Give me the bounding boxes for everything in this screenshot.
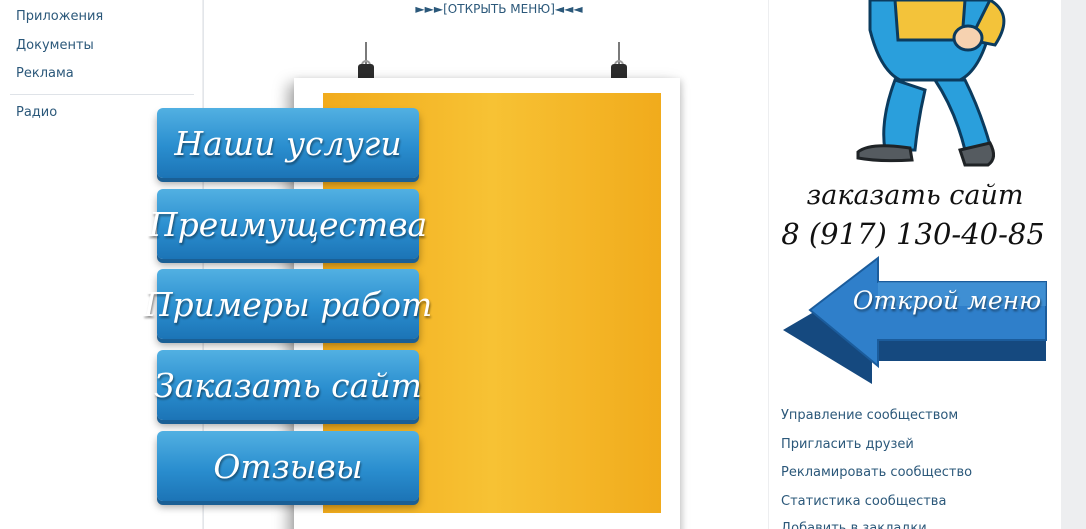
menu-button-order-site[interactable]: Заказать сайт — [154, 350, 422, 420]
add-bookmark-link[interactable]: Добавить в закладки — [781, 521, 927, 529]
order-site-text: заказать сайт — [806, 180, 1024, 211]
community-manage-link[interactable]: Управление сообществом — [781, 408, 958, 423]
nav-item-radio[interactable]: Радио — [16, 105, 57, 120]
left-arrow-icon[interactable] — [780, 256, 1048, 388]
advertise-community-link[interactable]: Рекламировать сообщество — [781, 465, 972, 480]
open-menu-arrow-label[interactable]: Открой меню — [848, 286, 1046, 315]
menu-button-reviews[interactable]: Отзывы — [157, 431, 419, 501]
nav-item-ads[interactable]: Реклама — [16, 66, 74, 81]
worker-mascot-image — [856, 0, 1006, 167]
nav-item-apps[interactable]: Приложения — [16, 9, 103, 24]
page-background-edge — [1061, 0, 1086, 529]
open-menu-link[interactable]: ►►►[ОТКРЫТЬ МЕНЮ]◄◄◄ — [204, 2, 794, 16]
nav-item-documents[interactable]: Документы — [16, 38, 94, 53]
invite-friends-link[interactable]: Пригласить друзей — [781, 437, 914, 452]
menu-button-advantages[interactable]: Преимущества — [149, 189, 427, 259]
nav-divider — [10, 94, 194, 95]
community-stats-link[interactable]: Статистика сообщества — [781, 494, 946, 509]
menu-button-portfolio[interactable]: Примеры работ — [144, 269, 432, 339]
menu-button-services[interactable]: Наши услуги — [157, 108, 419, 178]
phone-number: 8 (917) 130-40-85 — [781, 217, 1045, 251]
